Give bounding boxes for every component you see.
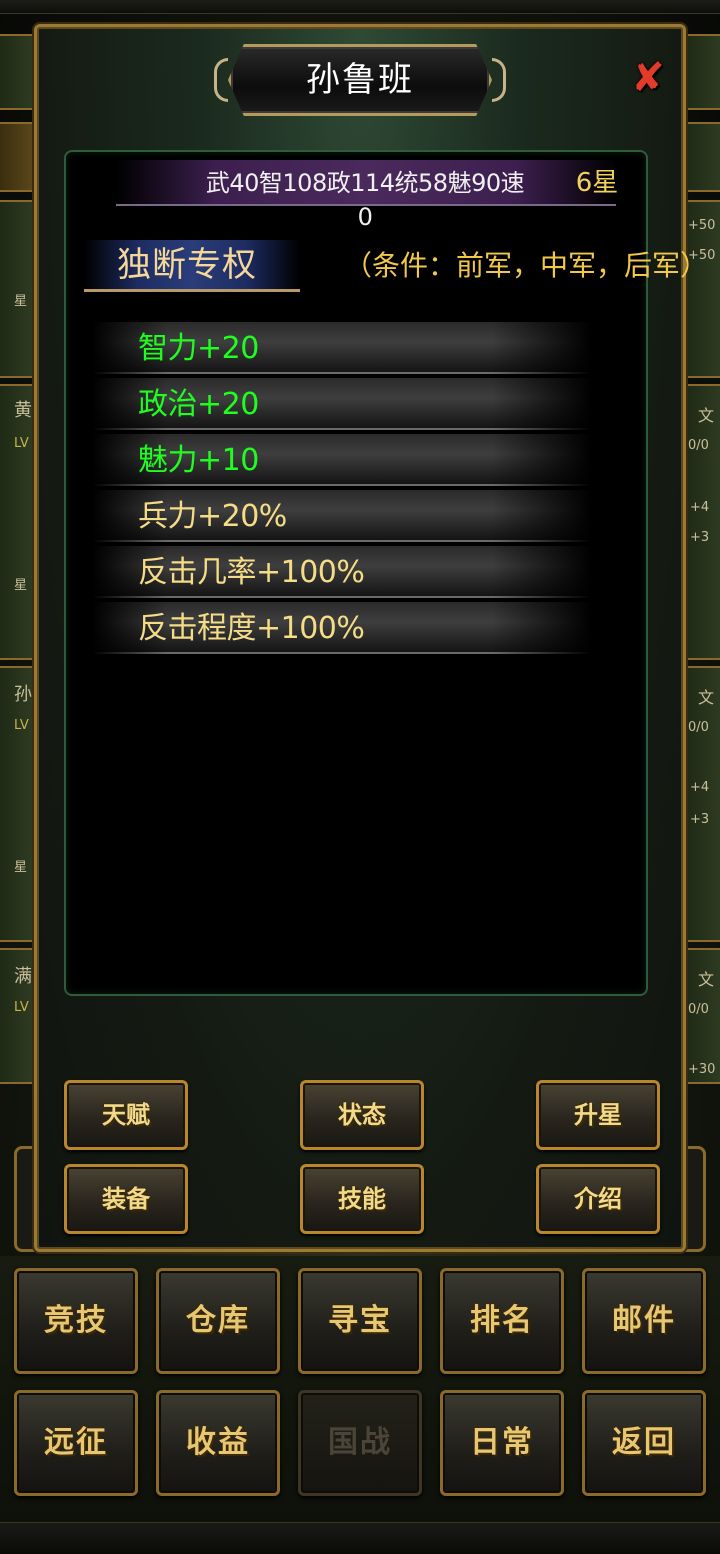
left-list-tab[interactable] [0,122,34,192]
expedition-button[interactable]: 远征 [14,1390,138,1496]
left-card-lv: LV [14,1000,29,1015]
status-button[interactable]: 状态 [300,1080,424,1150]
left-card-star: 星 [14,578,28,593]
right-card-text: 0/0 [688,720,709,735]
mail-button[interactable]: 邮件 [582,1268,706,1374]
star-level: 6星 [575,168,619,198]
warehouse-button[interactable]: 仓库 [156,1268,280,1374]
title-ornament-left [214,58,228,102]
income-button[interactable]: 收益 [156,1390,280,1496]
ranking-button[interactable]: 排名 [440,1268,564,1374]
left-card-name: 黄 [14,400,32,421]
skill-name: 独断专权 [117,245,257,285]
top-strip [0,0,720,14]
left-list-card[interactable] [0,34,34,110]
right-card-text: +30 [688,1062,716,1077]
left-list-card[interactable] [0,666,34,942]
bonus-intelligence: 智力+20 [138,331,259,366]
left-card-star: 星 [14,294,28,309]
skill-condition: （条件：前军，中军，后军） [344,249,709,282]
right-card-text: 0/0 [688,438,709,453]
right-card-text: 文 [698,688,715,707]
bonus-counter-degree: 反击程度+100% [138,611,365,646]
right-card-text: +3 [690,530,710,545]
right-card-text: +4 [690,780,710,795]
bonus-charm: 魅力+10 [138,443,259,478]
daily-button[interactable]: 日常 [440,1390,564,1496]
skills-button[interactable]: 技能 [300,1164,424,1234]
talent-button[interactable]: 天赋 [64,1080,188,1150]
right-list-card[interactable] [684,34,720,110]
right-card-text: 0/0 [688,1002,709,1017]
nation-war-button[interactable]: 国战 [298,1390,422,1496]
left-list-card[interactable] [0,384,34,660]
bonus-counter-rate: 反击几率+100% [138,555,365,590]
left-card-name: 孙 [14,684,32,705]
right-card-text: +4 [690,500,710,515]
treasure-hunt-button[interactable]: 寻宝 [298,1268,422,1374]
right-list-card[interactable] [684,122,720,192]
equipment-button[interactable]: 装备 [64,1164,188,1234]
bonus-troops: 兵力+20% [138,499,287,534]
right-card-text: +50 [688,218,716,233]
close-x-icon[interactable]: ✘ [628,54,668,102]
left-card-lv: LV [14,718,29,733]
star-up-button[interactable]: 升星 [536,1080,660,1150]
general-stats: 武40智108政114统58魅90速0 [205,169,525,231]
intro-button[interactable]: 介绍 [536,1164,660,1234]
left-list-card[interactable] [0,200,34,378]
right-card-text: 文 [698,970,715,989]
left-card-lv: LV [14,436,29,451]
right-card-text: +3 [690,812,710,827]
bottom-bar [0,1522,720,1554]
left-card-name: 满 [14,966,32,987]
return-button[interactable]: 返回 [582,1390,706,1496]
arena-button[interactable]: 竞技 [14,1268,138,1374]
left-card-star: 星 [14,860,28,875]
right-card-text: 文 [698,406,715,425]
bonus-politics: 政治+20 [138,387,259,422]
general-name-title: 孙鲁班 [306,60,414,100]
